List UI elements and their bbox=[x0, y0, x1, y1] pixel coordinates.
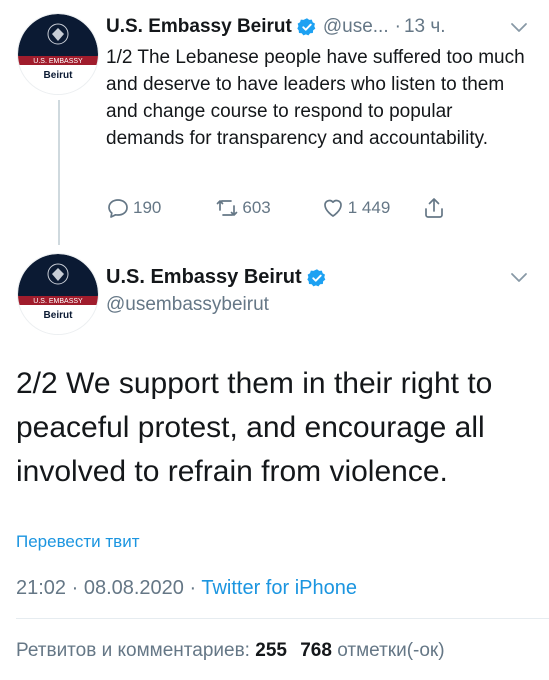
reply-button[interactable]: 190 bbox=[106, 196, 161, 220]
tweet1-header: U.S. Embassy Beirut @use... · 13 ч. bbox=[106, 16, 446, 38]
tweet-stats: Ретвитов и комментариев: 255 768 отметки… bbox=[16, 640, 445, 662]
embassy-seal-icon: U.S. EMBASSY Beirut bbox=[18, 254, 98, 334]
avatar-bottom-text: Beirut bbox=[44, 70, 74, 81]
like-button[interactable]: 1 449 bbox=[321, 196, 391, 220]
tweet1-text: 1/2 The Lebanese people have suffered to… bbox=[106, 47, 525, 149]
verified-badge-icon bbox=[297, 18, 316, 36]
avatar[interactable]: U.S. EMBASSY Beirut bbox=[18, 14, 98, 94]
handle[interactable]: @usembassybeirut bbox=[106, 294, 269, 316]
divider bbox=[16, 618, 549, 619]
source-link[interactable]: Twitter for iPhone bbox=[201, 577, 357, 599]
avatar-top-text: U.S. EMBASSY bbox=[33, 58, 83, 65]
retweet-count[interactable]: 255 bbox=[255, 640, 287, 661]
retweet-button[interactable]: 603 bbox=[215, 196, 271, 220]
reply-count: 190 bbox=[133, 198, 162, 217]
embassy-seal-icon: U.S. EMBASSY Beirut bbox=[18, 14, 98, 94]
retweets-label: Ретвитов и комментариев: bbox=[16, 640, 250, 661]
avatar[interactable]: U.S. EMBASSY Beirut bbox=[18, 254, 98, 334]
like-count[interactable]: 768 bbox=[300, 640, 332, 661]
tweet2-header: U.S. Embassy Beirut bbox=[106, 266, 327, 289]
retweet-icon bbox=[217, 200, 238, 216]
avatar-top-text: U.S. EMBASSY bbox=[33, 298, 83, 305]
tweet2-text: 2/2 We support them in their right to pe… bbox=[16, 367, 493, 488]
display-name[interactable]: U.S. Embassy Beirut bbox=[106, 266, 302, 289]
reply-icon bbox=[108, 199, 128, 218]
tweet-time[interactable]: 13 ч. bbox=[404, 16, 446, 38]
display-name[interactable]: U.S. Embassy Beirut bbox=[106, 16, 292, 38]
like-count: 1 449 bbox=[347, 198, 391, 217]
separator-dot: · bbox=[394, 16, 401, 37]
handle[interactable]: @use... bbox=[323, 16, 389, 38]
share-icon bbox=[425, 198, 444, 218]
translate-link[interactable]: Перевести твит bbox=[16, 532, 139, 552]
chevron-down-icon[interactable] bbox=[510, 272, 528, 284]
heart-icon bbox=[323, 199, 342, 217]
retweet-count: 603 bbox=[242, 198, 271, 217]
tweet-meta: 21:02 · 08.08.2020 · Twitter for iPhone bbox=[16, 577, 357, 600]
chevron-down-icon[interactable] bbox=[510, 22, 528, 34]
timestamp: 21:02 · 08.08.2020 · bbox=[16, 577, 197, 599]
share-button[interactable] bbox=[422, 196, 446, 220]
likes-label: отметки(-ок) bbox=[337, 640, 445, 661]
verified-badge-icon bbox=[306, 268, 325, 286]
avatar-bottom-text: Beirut bbox=[44, 310, 74, 321]
thread-line bbox=[58, 100, 60, 245]
tweet1-actions: 190 603 1 449 bbox=[106, 196, 446, 220]
